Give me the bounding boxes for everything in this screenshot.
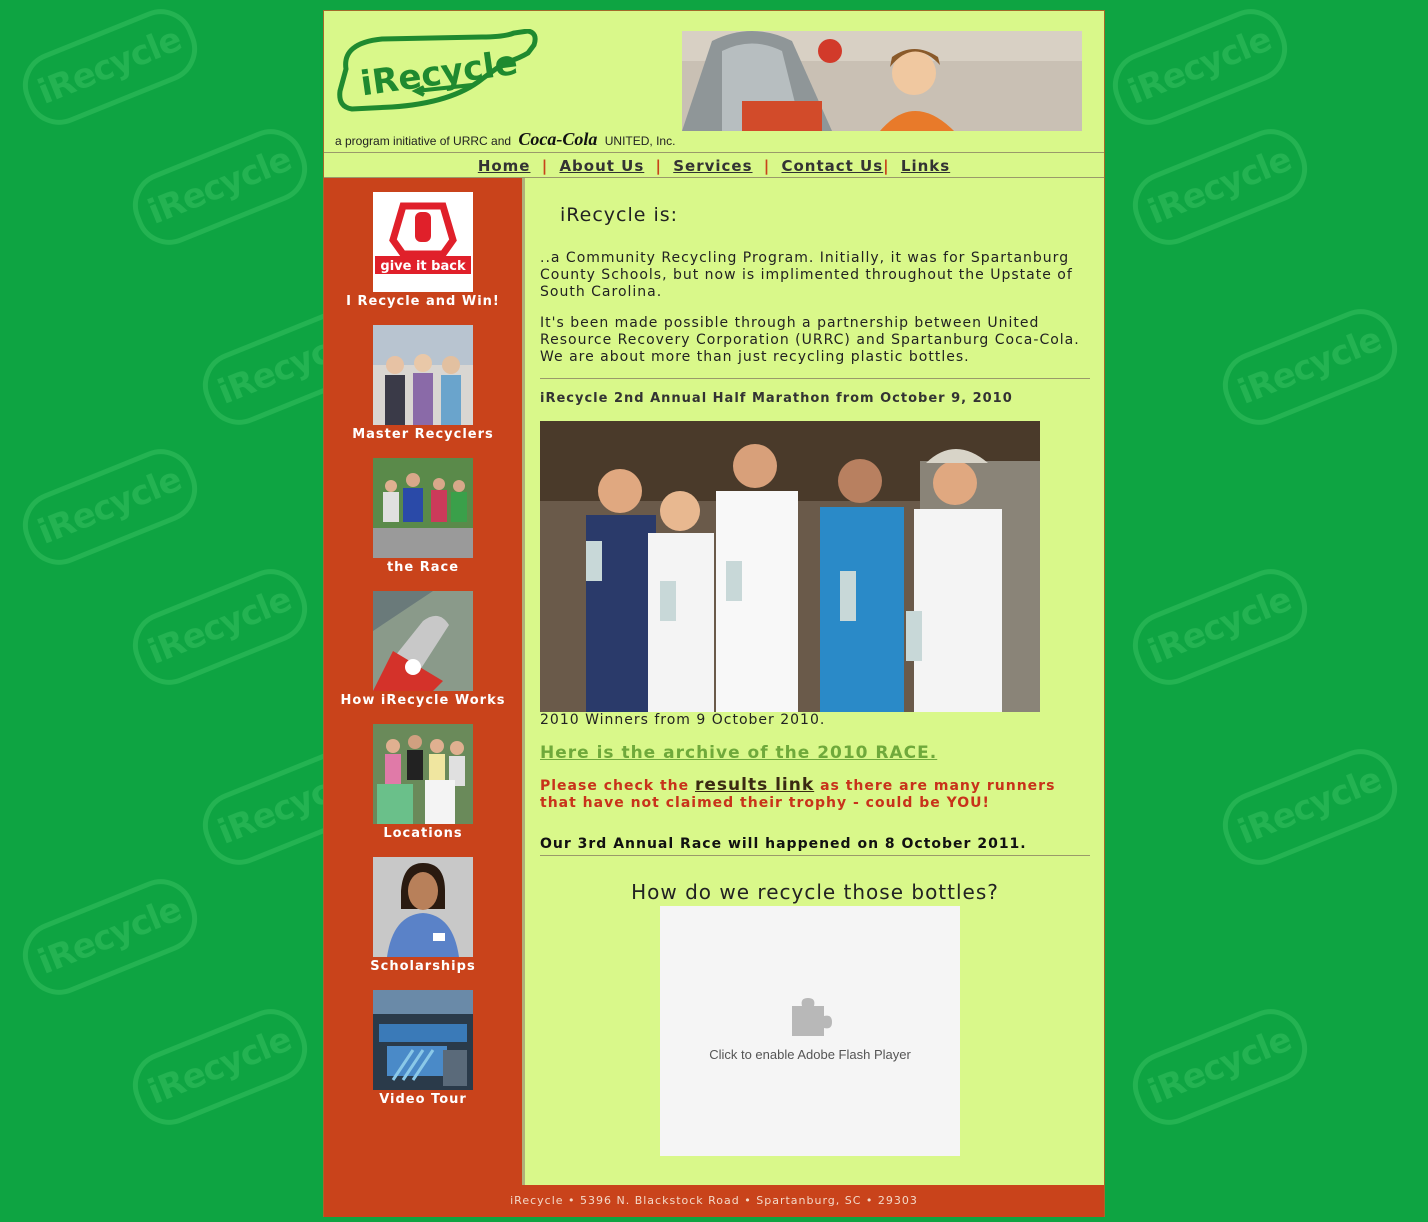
divider: [540, 378, 1090, 379]
nav-separator: |: [541, 157, 549, 175]
page-title: iRecycle is:: [560, 204, 679, 226]
nav-home-link[interactable]: Home: [478, 157, 531, 175]
race-thumbnail[interactable]: [373, 458, 473, 558]
race-winners-photo: [540, 421, 1040, 712]
sidebar-item-recycle-win[interactable]: give it back I Recycle and Win!: [324, 192, 522, 309]
notice-text-before: Please check the: [540, 778, 690, 794]
watermark-logo: iRecycle: [12, 0, 208, 136]
coca-cola-logo: Coca-Cola: [518, 129, 598, 149]
how-it-works-thumbnail[interactable]: [373, 591, 473, 691]
sidebar-item-video-tour[interactable]: Video Tour: [324, 990, 522, 1107]
svg-text:give it back: give it back: [380, 259, 466, 274]
nav-links-link[interactable]: Links: [901, 157, 950, 175]
nav-about-link[interactable]: About Us: [559, 157, 644, 175]
tagline-suffix: UNITED, Inc.: [604, 134, 676, 148]
logo-tagline: a program initiative of URRC and Coca-Co…: [335, 129, 675, 150]
page-container: iRecycle a program initiative of URRC an…: [323, 10, 1105, 1217]
sidebar-item-label[interactable]: How iRecycle Works: [324, 693, 522, 708]
partnership-paragraph: It's been made possible through a partne…: [540, 315, 1080, 365]
hero-banner-image: [682, 31, 1082, 131]
watermark-logo: iRecycle: [1122, 998, 1318, 1136]
sidebar-item-scholarships[interactable]: Scholarships: [324, 857, 522, 974]
sidebar-item-label[interactable]: Locations: [324, 826, 522, 841]
watermark-logo: iRecycle: [122, 558, 318, 696]
svg-text:iRecycle: iRecycle: [358, 43, 520, 105]
intro-paragraph: ..a Community Recycling Program. Initial…: [540, 250, 1073, 300]
watermark-logo: iRecycle: [122, 118, 318, 256]
watermark-logo: iRecycle: [12, 868, 208, 1006]
video-tour-thumbnail[interactable]: [373, 990, 473, 1090]
sidebar-item-label[interactable]: I Recycle and Win!: [324, 294, 522, 309]
tagline-prefix: a program initiative of URRC and: [335, 134, 512, 148]
sidebar-item-locations[interactable]: Locations: [324, 724, 522, 841]
master-recyclers-thumbnail[interactable]: [373, 325, 473, 425]
photo-caption: 2010 Winners from 9 October 2010.: [540, 712, 826, 728]
watermark-logo: iRecycle: [1122, 118, 1318, 256]
nav-separator: |: [655, 157, 662, 175]
main-nav: Home | About Us | Services | Contact Us|…: [324, 152, 1104, 178]
locations-thumbnail[interactable]: [373, 724, 473, 824]
flash-enable-text[interactable]: Click to enable Adobe Flash Player: [660, 1047, 960, 1062]
watermark-logo: iRecycle: [1212, 738, 1408, 876]
divider: [540, 855, 1090, 856]
sidebar: give it back I Recycle and Win! Master R…: [324, 178, 525, 1185]
nav-separator: |: [763, 157, 771, 175]
sidebar-item-label[interactable]: Video Tour: [324, 1092, 522, 1107]
nav-services-link[interactable]: Services: [673, 157, 752, 175]
sidebar-item-master-recyclers[interactable]: Master Recyclers: [324, 325, 522, 442]
flash-player-placeholder[interactable]: Click to enable Adobe Flash Player: [660, 906, 960, 1156]
third-race-announcement: Our 3rd Annual Race will happened on 8 O…: [540, 836, 1027, 852]
results-link[interactable]: results link: [695, 775, 814, 795]
plugin-puzzle-icon: [792, 998, 832, 1036]
scholarships-thumbnail[interactable]: [373, 857, 473, 957]
recycle-video-heading: How do we recycle those bottles?: [631, 880, 999, 904]
race-heading: iRecycle 2nd Annual Half Marathon from O…: [540, 391, 1013, 406]
header: iRecycle a program initiative of URRC an…: [324, 11, 1104, 152]
nav-contact-link[interactable]: Contact Us: [781, 157, 883, 175]
watermark-logo: iRecycle: [1212, 298, 1408, 436]
give-it-back-thumbnail[interactable]: give it back: [373, 192, 473, 292]
sidebar-item-label[interactable]: the Race: [324, 560, 522, 575]
bottle-logo-icon: iRecycle: [337, 28, 538, 112]
sidebar-item-how-it-works[interactable]: How iRecycle Works: [324, 591, 522, 708]
site-logo[interactable]: iRecycle a program initiative of URRC an…: [332, 28, 682, 149]
watermark-logo: iRecycle: [122, 998, 318, 1136]
nav-separator: |: [883, 157, 890, 175]
watermark-logo: iRecycle: [1102, 0, 1298, 136]
sidebar-item-race[interactable]: the Race: [324, 458, 522, 575]
footer: iRecycle • 5396 N. Blackstock Road • Spa…: [324, 1185, 1104, 1217]
sidebar-item-label[interactable]: Scholarships: [324, 959, 522, 974]
trophy-notice: Please check the results link as there a…: [540, 777, 1090, 812]
watermark-logo: iRecycle: [1122, 558, 1318, 696]
sidebar-item-label[interactable]: Master Recyclers: [324, 427, 522, 442]
watermark-logo: iRecycle: [12, 438, 208, 576]
race-archive-link[interactable]: Here is the archive of the 2010 RACE.: [540, 743, 937, 763]
